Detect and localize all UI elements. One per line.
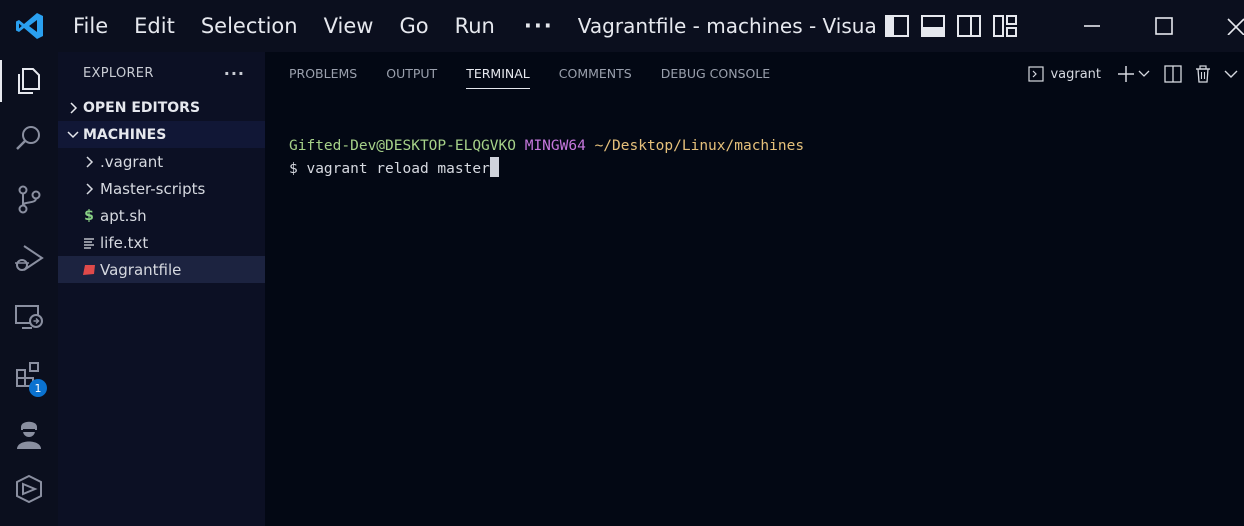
shell-file-icon: $ (84, 207, 94, 224)
tab-terminal[interactable]: TERMINAL (466, 52, 530, 96)
vscode-logo-icon (0, 0, 60, 52)
machines-folder-label: MACHINES (83, 126, 167, 143)
toggle-secondary-sidebar-icon[interactable] (956, 13, 982, 39)
search-icon[interactable] (0, 113, 58, 163)
explorer-more-button[interactable]: ··· (224, 64, 245, 83)
explorer-icon[interactable] (0, 56, 58, 106)
terminal-prompt: $ (289, 161, 307, 177)
title-bar: File Edit Selection View Go Run ··· Vagr… (0, 0, 1244, 52)
text-file-icon (80, 234, 98, 252)
extensions-icon[interactable]: 1 (0, 350, 58, 400)
plus-icon (1118, 66, 1134, 82)
tree-item-label: apt.sh (100, 206, 147, 225)
tree-item-apt-sh[interactable]: $ apt.sh (58, 202, 265, 229)
window-title: Vagrantfile - machines - Visual... (577, 14, 878, 38)
tree-item-life-txt[interactable]: life.txt (58, 229, 265, 256)
menu-bar: File Edit Selection View Go Run ··· (60, 0, 572, 52)
tree-item-label: Vagrantfile (100, 260, 182, 279)
ruby-file-icon (80, 261, 98, 279)
tree-item-vagrantfile[interactable]: Vagrantfile (58, 256, 265, 283)
tab-problems[interactable]: PROBLEMS (289, 52, 357, 96)
explorer-sidebar: EXPLORER ··· OPEN EDITORS MACHINES .vagr… (58, 52, 265, 526)
explorer-title: EXPLORER (83, 65, 154, 81)
remote-explorer-icon[interactable] (0, 292, 58, 342)
activity-bar: 1 (0, 52, 58, 526)
terminal-name: vagrant (1050, 66, 1101, 82)
panel-tabs: PROBLEMS OUTPUT TERMINAL COMMENTS DEBUG … (265, 52, 1244, 96)
menu-run[interactable]: Run (442, 0, 508, 52)
terminal-system: MINGW64 (524, 138, 586, 154)
open-editors-label: OPEN EDITORS (83, 99, 201, 116)
tab-output[interactable]: OUTPUT (386, 52, 437, 96)
chevron-down-icon (1138, 70, 1150, 77)
run-debug-icon[interactable] (0, 233, 58, 283)
maximize-icon[interactable] (1128, 0, 1200, 52)
chevron-down-icon (64, 130, 82, 140)
source-control-icon[interactable] (0, 174, 58, 224)
new-terminal-button[interactable] (1117, 62, 1150, 86)
tree-item-label: Master-scripts (100, 179, 206, 198)
tab-debug-console[interactable]: DEBUG CONSOLE (661, 52, 770, 96)
menu-selection[interactable]: Selection (188, 0, 311, 52)
terminal-output[interactable]: Gifted-Dev@DESKTOP-ELQGVKO MINGW64 ~/Des… (289, 136, 804, 180)
explorer-header: EXPLORER ··· (58, 52, 265, 94)
tree-item-vagrant-folder[interactable]: .vagrant (58, 148, 265, 175)
tab-comments[interactable]: COMMENTS (559, 52, 632, 96)
split-terminal-icon[interactable] (1164, 62, 1182, 86)
chevron-right-icon (80, 153, 98, 171)
machines-folder-section[interactable]: MACHINES (58, 121, 265, 148)
menu-file[interactable]: File (60, 0, 121, 52)
terminal-user: Gifted-Dev@DESKTOP-ELQGVKO (289, 138, 516, 154)
toggle-panel-icon[interactable] (920, 13, 946, 39)
menu-view[interactable]: View (311, 0, 387, 52)
extensions-badge: 1 (29, 379, 47, 397)
terminal-path: ~/Desktop/Linux/machines (594, 138, 805, 154)
minimize-icon[interactable] (1056, 0, 1128, 52)
terminal-command: vagrant reload master (306, 161, 490, 177)
panel-chevron-down-icon[interactable] (1224, 62, 1238, 86)
kill-terminal-trash-icon[interactable] (1194, 62, 1212, 86)
toggle-primary-sidebar-icon[interactable] (884, 13, 910, 39)
account-icon[interactable] (0, 409, 58, 459)
terminal-icon (1028, 66, 1045, 82)
menu-more[interactable]: ··· (508, 0, 572, 52)
menu-go[interactable]: Go (386, 0, 441, 52)
open-editors-section[interactable]: OPEN EDITORS (58, 94, 265, 121)
tree-item-label: life.txt (100, 233, 149, 252)
docker-icon[interactable] (0, 464, 58, 514)
close-icon[interactable] (1200, 0, 1244, 52)
terminal-selector[interactable]: vagrant (1028, 62, 1109, 86)
chevron-right-icon (80, 180, 98, 198)
bottom-panel: PROBLEMS OUTPUT TERMINAL COMMENTS DEBUG … (265, 52, 1244, 526)
tree-item-master-scripts-folder[interactable]: Master-scripts (58, 175, 265, 202)
customize-layout-icon[interactable] (992, 13, 1018, 39)
menu-edit[interactable]: Edit (121, 0, 188, 52)
tree-item-label: .vagrant (100, 152, 164, 171)
terminal-cursor (489, 157, 499, 177)
chevron-right-icon (64, 101, 82, 114)
